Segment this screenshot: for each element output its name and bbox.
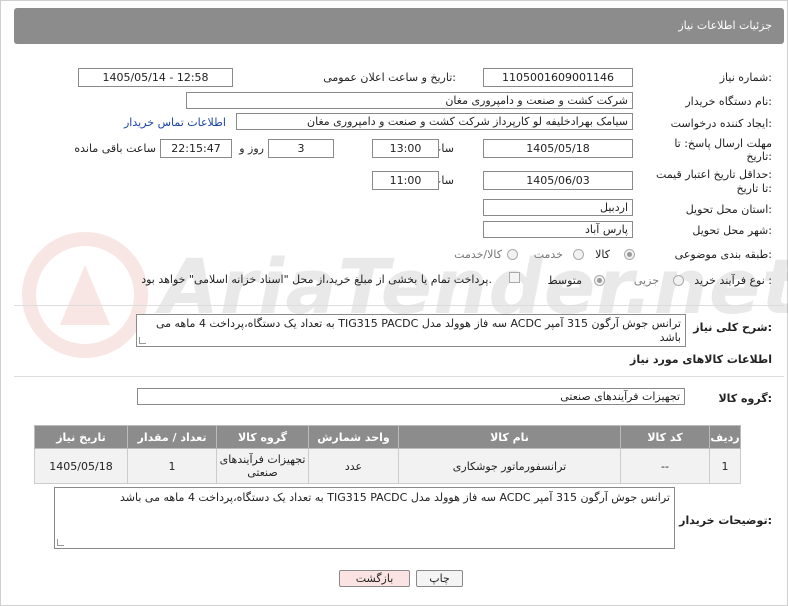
process-radio-minor[interactable] (673, 275, 684, 286)
cell-unit: عدد (308, 448, 399, 484)
items-table: ردیف کد کالا نام کالا واحد شمارش گروه کا… (34, 425, 741, 484)
category-option-goods: کالا (595, 248, 610, 261)
category-radio-service[interactable] (573, 249, 584, 260)
reply-deadline-time-field[interactable]: 13:00 (372, 139, 439, 158)
back-button[interactable]: بازگشت (339, 570, 410, 587)
description-field[interactable]: ترانس جوش آرگون 315 آمپر ACDC سه فاز هوو… (136, 314, 686, 347)
reply-deadline-date-field[interactable]: 1405/05/18 (483, 139, 633, 158)
cell-goods-code: -- (620, 448, 710, 484)
page-header: جزئیات اطلاعات نیاز (14, 8, 784, 44)
separator-1 (14, 305, 784, 306)
category-radio-goods[interactable] (624, 249, 635, 260)
process-option-medium: متوسط (547, 274, 582, 287)
cell-need-date: 1405/05/18 (34, 448, 128, 484)
buyer-notes-resize-handle[interactable] (57, 539, 64, 546)
need-number-field[interactable]: 1105001609001146 (483, 68, 633, 87)
separator-2 (14, 376, 784, 377)
buyer-contact-link[interactable]: اطلاعات تماس خریدار (124, 116, 226, 129)
price-validity-label-line2: تا تاریخ: (736, 182, 772, 195)
process-type-label: نوع فرآیند خرید : (694, 274, 772, 287)
buyer-org-field[interactable]: شرکت کشت و صنعت و دامپروری مغان (186, 92, 633, 109)
col-header-code: کد کالا (620, 425, 710, 449)
requester-label: ایجاد کننده درخواست: (670, 117, 772, 130)
treasury-payment-note: پرداخت تمام یا بخشی از مبلغ خرید،از محل … (141, 273, 492, 286)
items-table-wrapper: ردیف کد کالا نام کالا واحد شمارش گروه کا… (34, 425, 741, 484)
watermark-logo-icon (22, 232, 148, 358)
reply-days-label: روز و (239, 142, 264, 155)
col-header-unit: واحد شمارش (308, 425, 399, 449)
need-number-label: شماره نیاز: (719, 71, 772, 84)
delivery-city-label: شهر محل تحویل: (692, 224, 772, 237)
reply-days-field[interactable]: 3 (268, 139, 334, 158)
price-validity-label-line1: حداقل تاریخ اعتبار قیمت: (656, 168, 772, 181)
col-header-date: تاریخ نیاز (34, 425, 128, 449)
reply-deadline-label-line2: تاریخ: (746, 150, 772, 163)
buyer-notes-label: توضیحات خریدار: (679, 514, 772, 527)
reply-deadline-label-line1: مهلت ارسال پاسخ: تا (674, 137, 772, 150)
col-header-group: گروه کالا (216, 425, 309, 449)
requester-field[interactable]: سیامک بهرادخلیفه لو کارپرداز شرکت کشت و … (236, 113, 633, 130)
announce-datetime-label: تاریخ و ساعت اعلان عمومی: (323, 71, 456, 84)
price-validity-date-field[interactable]: 1405/06/03 (483, 171, 633, 190)
goods-group-field[interactable]: تجهیزات فرآیندهای صنعتی (137, 388, 685, 405)
cell-goods-name: ترانسفورماتور جوشکاری (398, 448, 621, 484)
col-header-quantity: تعداد / مقدار (127, 425, 217, 449)
cell-quantity: 1 (127, 448, 217, 484)
process-option-minor: جزیی (633, 274, 659, 287)
buyer-notes-text: ترانس جوش آرگون 315 آمپر ACDC سه فاز هوو… (120, 491, 670, 504)
delivery-province-field[interactable]: اردبیل (483, 199, 633, 216)
goods-group-label: گروه کالا: (718, 392, 772, 405)
description-label: شرح کلی نیاز: (693, 321, 772, 334)
page-title: جزئیات اطلاعات نیاز (678, 19, 772, 32)
announce-datetime-field[interactable]: 1405/05/14 - 12:58 (78, 68, 233, 87)
delivery-city-field[interactable]: پارس آباد (483, 221, 633, 238)
buyer-notes-field[interactable]: ترانس جوش آرگون 315 آمپر ACDC سه فاز هوو… (54, 487, 675, 549)
category-option-service: خدمت (533, 248, 563, 261)
table-header-row: ردیف کد کالا نام کالا واحد شمارش گروه کا… (34, 425, 741, 449)
treasury-payment-checkbox[interactable] (509, 272, 520, 283)
print-button[interactable]: چاپ (416, 570, 463, 587)
category-radio-goods-service[interactable] (507, 249, 518, 260)
cell-row-number: 1 (709, 448, 741, 484)
col-header-name: نام کالا (398, 425, 621, 449)
category-option-goods-service: کالا/خدمت (454, 248, 502, 261)
process-radio-medium[interactable] (594, 275, 605, 286)
goods-section-title: اطلاعات کالاهای مورد نیاز (630, 353, 772, 366)
cell-goods-group: تجهیزات فرآیندهای صنعتی (216, 448, 309, 484)
reply-remaining-field[interactable]: 22:15:47 (160, 139, 232, 158)
reply-remaining-label: ساعت باقی مانده (74, 142, 156, 155)
category-label: طبقه بندی موضوعی: (674, 248, 772, 261)
col-header-row: ردیف (709, 425, 741, 449)
description-resize-handle[interactable] (139, 337, 146, 344)
price-validity-time-field[interactable]: 11:00 (372, 171, 439, 190)
delivery-province-label: استان محل تحویل: (685, 203, 772, 216)
table-row: 1 -- ترانسفورماتور جوشکاری عدد تجهیزات ف… (34, 448, 741, 484)
description-text: ترانس جوش آرگون 315 آمپر ACDC سه فاز هوو… (155, 317, 681, 344)
buyer-org-label: نام دستگاه خریدار: (685, 95, 772, 108)
